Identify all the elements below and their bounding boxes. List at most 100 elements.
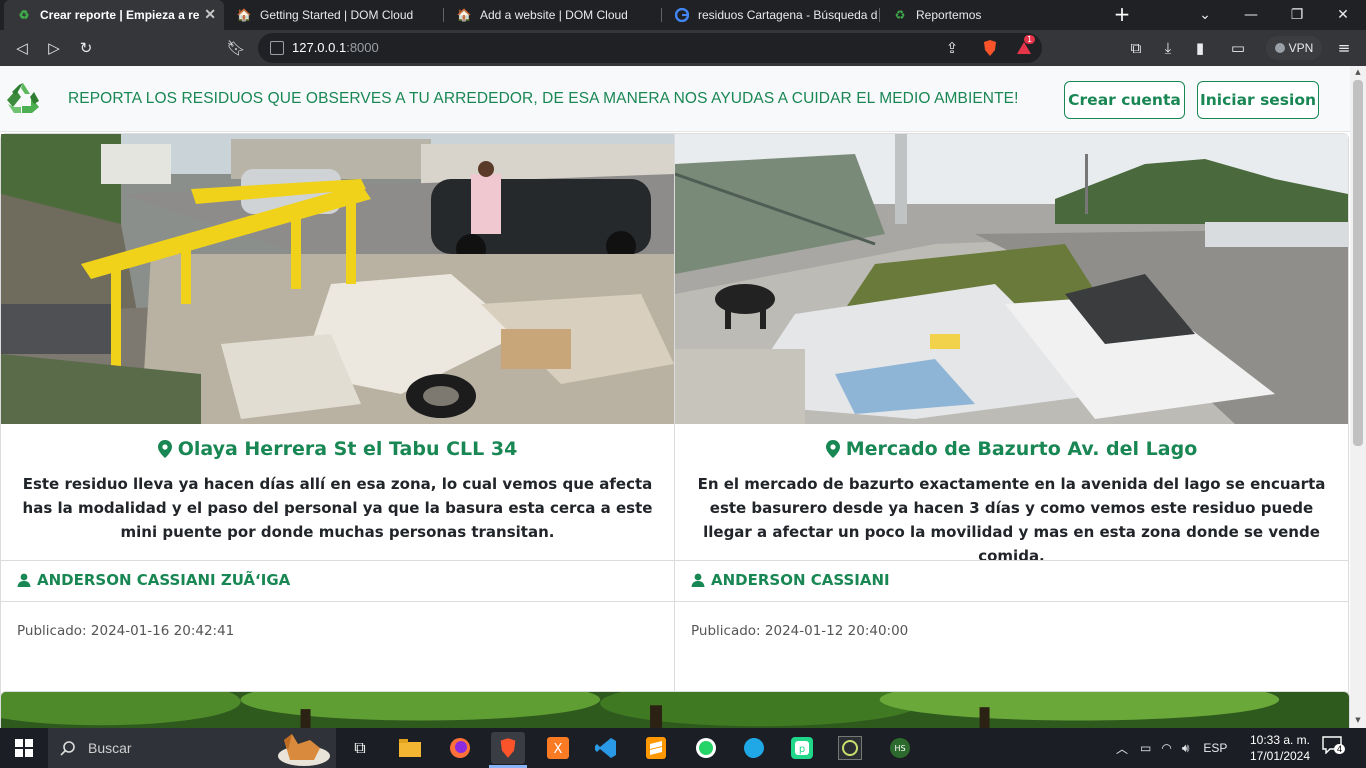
report-cards: Olaya Herrera St el Tabu CLL 34 Este res… bbox=[0, 133, 1350, 728]
brave-shield-icon[interactable] bbox=[980, 38, 1000, 58]
tab-google-search[interactable]: residuos Cartagena - Búsqueda de bbox=[662, 0, 880, 30]
minimize-button[interactable]: — bbox=[1228, 0, 1274, 30]
battery-icon[interactable]: ▭ bbox=[1140, 741, 1151, 755]
scroll-up-arrow-icon[interactable]: ▲ bbox=[1354, 68, 1362, 76]
report-published-date: Publicado: 2024-01-16 20:42:41 bbox=[17, 623, 235, 639]
domcloud-icon: 🏠 bbox=[236, 8, 252, 22]
pycharm-icon[interactable]: p bbox=[790, 736, 814, 760]
tab-search-chevron-icon[interactable]: ⌄ bbox=[1182, 0, 1228, 30]
language-indicator[interactable]: ESP bbox=[1203, 741, 1227, 755]
site-navbar: REPORTA LOS RESIDUOS QUE OBSERVES A TU A… bbox=[0, 66, 1350, 132]
user-icon bbox=[17, 573, 31, 587]
clock-date: 17/01/2024 bbox=[1249, 749, 1311, 763]
map-pin-icon bbox=[157, 440, 172, 458]
bookmark-icon[interactable]: 🔖︎ bbox=[226, 38, 246, 58]
taskbar-clock[interactable]: 10:33 a. m. 17/01/2024 bbox=[1248, 732, 1312, 764]
vpn-button[interactable]: VPN bbox=[1266, 36, 1322, 60]
tab-add-website[interactable]: 🏠 Add a website | DOM Cloud bbox=[444, 0, 662, 30]
reload-icon[interactable]: ↻ bbox=[76, 38, 96, 58]
volume-icon[interactable]: 🔊︎ bbox=[1182, 741, 1190, 756]
download-icon[interactable]: ⤓ bbox=[1158, 38, 1178, 58]
notification-center-icon[interactable]: 4 bbox=[1322, 736, 1348, 760]
svg-text:HS: HS bbox=[894, 744, 905, 753]
file-explorer-icon[interactable] bbox=[398, 736, 422, 760]
restore-button[interactable]: ❐ bbox=[1274, 0, 1320, 30]
site-banner: REPORTA LOS RESIDUOS QUE OBSERVES A TU A… bbox=[68, 90, 1019, 107]
card-divider bbox=[675, 560, 1348, 561]
new-tab-button[interactable]: + bbox=[1112, 4, 1132, 24]
svg-text:p: p bbox=[799, 744, 805, 755]
recycle-logo-icon[interactable] bbox=[4, 80, 42, 116]
app-icon[interactable] bbox=[838, 736, 862, 760]
extensions-icon[interactable]: ⧉ bbox=[1126, 38, 1146, 58]
address-bar[interactable]: 127.0.0.1:8000 ⇪ 1 bbox=[258, 33, 1042, 63]
url-port: :8000 bbox=[346, 40, 379, 55]
tab-title: residuos Cartagena - Búsqueda de bbox=[698, 8, 878, 22]
taskbar-search-label: Buscar bbox=[88, 740, 132, 756]
vscode-icon[interactable] bbox=[594, 736, 618, 760]
taskbar-search-box[interactable]: Buscar bbox=[48, 728, 336, 768]
report-author: ANDERSON CASSIANI bbox=[691, 571, 890, 589]
menu-icon[interactable]: ≡ bbox=[1334, 38, 1354, 58]
report-description: Este residuo lleva ya hacen días allí en… bbox=[22, 475, 653, 541]
tab-title: Reportemos bbox=[916, 8, 982, 22]
wallet-icon[interactable]: ▭ bbox=[1228, 38, 1248, 58]
card-divider bbox=[675, 601, 1348, 602]
sidebar-icon[interactable]: ▮ bbox=[1190, 38, 1210, 58]
browser-tab-strip: ♻ Crear reporte | Empieza a rep ✕ 🏠 Gett… bbox=[0, 0, 1366, 30]
scrollbar-thumb[interactable] bbox=[1353, 80, 1363, 446]
url-text[interactable]: 127.0.0.1:8000 bbox=[292, 40, 379, 55]
recycle-icon: ♻ bbox=[18, 8, 30, 22]
report-location: Olaya Herrera St el Tabu CLL 34 bbox=[1, 438, 674, 460]
report-photo[interactable] bbox=[675, 134, 1348, 424]
report-card: Mercado de Bazurto Av. del Lago En el me… bbox=[674, 133, 1349, 728]
tab-title: Getting Started | DOM Cloud bbox=[260, 8, 414, 22]
svg-text:X: X bbox=[554, 742, 563, 757]
tab-getting-started[interactable]: 🏠 Getting Started | DOM Cloud bbox=[224, 0, 444, 30]
rewards-badge: 1 bbox=[1024, 35, 1036, 44]
report-location-text: Olaya Herrera St el Tabu CLL 34 bbox=[177, 438, 518, 460]
card-divider bbox=[1, 601, 674, 602]
scroll-down-arrow-icon[interactable]: ▼ bbox=[1354, 716, 1362, 724]
card-divider bbox=[1, 560, 674, 561]
forest-banner-image bbox=[0, 691, 1350, 728]
brave-rewards-icon[interactable]: 1 bbox=[1014, 35, 1036, 58]
user-icon bbox=[691, 573, 705, 587]
back-icon[interactable]: ◁ bbox=[12, 38, 32, 58]
windows-start-icon[interactable] bbox=[12, 736, 36, 760]
domcloud-icon: 🏠 bbox=[456, 8, 472, 22]
report-card: Olaya Herrera St el Tabu CLL 34 Este res… bbox=[0, 133, 675, 728]
close-window-button[interactable]: ✕ bbox=[1320, 0, 1366, 30]
forward-icon[interactable]: ▷ bbox=[44, 38, 64, 58]
vpn-status-icon bbox=[1274, 43, 1285, 53]
close-icon[interactable]: ✕ bbox=[204, 6, 216, 23]
create-account-button[interactable]: Crear cuenta bbox=[1064, 81, 1185, 119]
vpn-label: VPN bbox=[1288, 41, 1314, 55]
site-info-icon[interactable] bbox=[270, 41, 284, 55]
login-button[interactable]: Iniciar sesion bbox=[1197, 81, 1319, 119]
tab-reportemos[interactable]: ♻ Reportemos bbox=[880, 0, 1098, 30]
notification-count-badge: 4 bbox=[1334, 744, 1346, 754]
windows-taskbar: Buscar ⧉ X p HS ︿ ▭ ◠ 🔊︎ ESP 10:33 a. m.… bbox=[0, 728, 1366, 768]
chevron-up-icon[interactable]: ︿ bbox=[1116, 740, 1128, 757]
hs-app-icon[interactable]: HS bbox=[888, 736, 912, 760]
report-published-date: Publicado: 2024-01-12 20:40:00 bbox=[691, 623, 909, 639]
brave-taskbar-icon[interactable] bbox=[491, 732, 525, 764]
tab-crear-reporte[interactable]: ♻ Crear reporte | Empieza a rep ✕ bbox=[4, 0, 224, 30]
search-icon bbox=[60, 741, 75, 756]
whatsapp-icon[interactable] bbox=[694, 736, 718, 760]
sublime-text-icon[interactable] bbox=[644, 736, 668, 760]
edge-app-icon[interactable] bbox=[742, 736, 766, 760]
browser-toolbar: ◁ ▷ ↻ 🔖︎ 127.0.0.1:8000 ⇪ 1 ⧉ ⤓ ▮ ▭ VPN … bbox=[0, 30, 1366, 66]
system-tray: ︿ ▭ ◠ 🔊︎ ESP bbox=[1116, 728, 1227, 768]
firefox-icon[interactable] bbox=[448, 736, 472, 760]
share-icon[interactable]: ⇪ bbox=[942, 38, 962, 58]
wifi-icon[interactable]: ◠ bbox=[1161, 741, 1171, 755]
task-view-icon[interactable]: ⧉ bbox=[348, 736, 372, 760]
tab-title: Add a website | DOM Cloud bbox=[480, 8, 628, 22]
page-scrollbar[interactable]: ▲ ▼ bbox=[1350, 66, 1366, 728]
xampp-icon[interactable]: X bbox=[546, 736, 570, 760]
report-photo[interactable] bbox=[1, 134, 674, 424]
report-author-name: ANDERSON CASSIANI ZUÃ‘IGA bbox=[37, 571, 291, 589]
report-description: En el mercado de bazurto exactamente en … bbox=[697, 475, 1326, 565]
